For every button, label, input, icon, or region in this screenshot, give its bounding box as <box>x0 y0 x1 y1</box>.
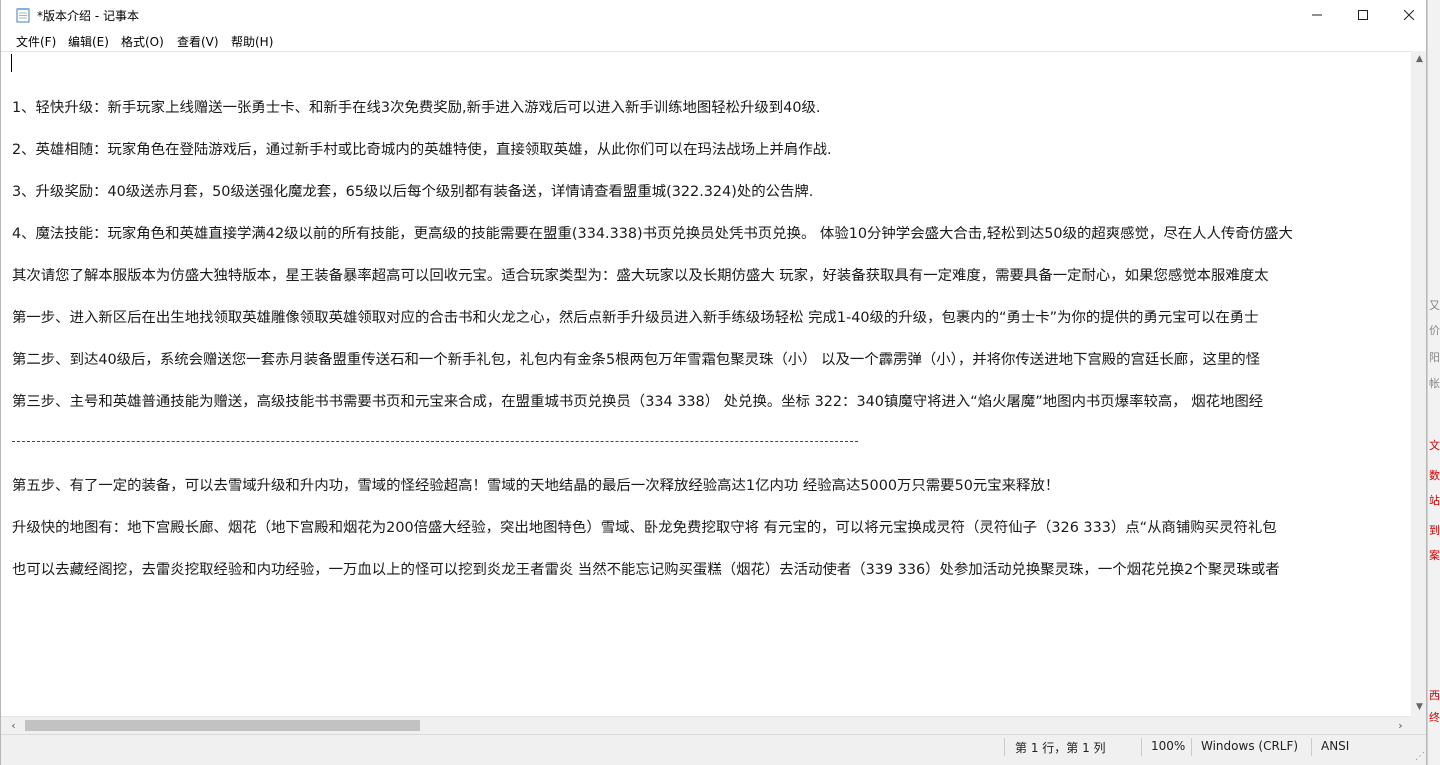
vertical-scrollbar[interactable]: ▲ ▼ <box>1411 51 1426 716</box>
text-line: 2、英雄相随：玩家角色在登陆游戏后，通过新手村或比奇城内的英雄特使，直接领取英雄… <box>12 142 832 158</box>
maximize-button[interactable] <box>1340 0 1386 30</box>
scroll-left-arrow-icon[interactable]: ‹ <box>5 717 22 734</box>
status-separator <box>1311 738 1312 756</box>
window-title: *版本介绍 - 记事本 <box>37 9 139 23</box>
text-caret <box>11 54 12 72</box>
background-glyph: 阳 <box>1429 351 1440 364</box>
scrollbar-corner <box>1411 716 1426 734</box>
close-button[interactable] <box>1386 0 1426 30</box>
background-glyph: 到 <box>1429 524 1440 537</box>
maximize-icon <box>1358 10 1368 20</box>
horizontal-scroll-thumb[interactable] <box>25 720 420 731</box>
status-bar: 第 1 行，第 1 列 100% Windows (CRLF) ANSI ⋰ <box>1 734 1426 765</box>
scroll-right-arrow-icon[interactable]: › <box>1392 717 1409 734</box>
menu-file[interactable]: 文件(F) <box>16 33 56 50</box>
notepad-window: *版本介绍 - 记事本 文件(F) 编辑(E) 格式(O) 查看(V) 帮助(H… <box>0 0 1427 765</box>
background-glyph: 西 <box>1429 689 1440 702</box>
text-line: 第二步、到达40级后，系统会赠送您一套赤月装备盟重传送石和一个新手礼包，礼包内有… <box>12 352 1261 368</box>
background-glyph: 案 <box>1429 549 1440 562</box>
background-glyph: 帐 <box>1429 377 1440 390</box>
notepad-app-icon <box>16 8 30 23</box>
cursor-position: 第 1 行，第 1 列 <box>1015 741 1106 755</box>
zoom-level: 100% <box>1151 739 1186 753</box>
title-bar[interactable]: *版本介绍 - 记事本 <box>1 0 1426 30</box>
horizontal-scrollbar[interactable]: ‹ › <box>1 716 1411 734</box>
background-glyph: 文 <box>1429 439 1440 452</box>
background-glyph: 又 <box>1429 299 1440 312</box>
text-line: 4、魔法技能：玩家角色和英雄直接学满42级以前的所有技能，更高级的技能需要在盟重… <box>12 226 1293 242</box>
dashed-separator-line <box>12 441 858 443</box>
minimize-button[interactable] <box>1294 0 1340 30</box>
background-glyph: 站 <box>1429 494 1440 507</box>
menu-edit[interactable]: 编辑(E) <box>68 33 109 50</box>
status-separator <box>1141 738 1142 756</box>
text-line: 也可以去藏经阁挖，去雷炎挖取经验和内功经验，一万血以上的怪可以挖到炎龙王者雷炎 … <box>12 562 1280 578</box>
close-icon <box>1403 9 1415 21</box>
menu-help[interactable]: 帮助(H) <box>231 33 273 50</box>
text-line: 第一步、进入新区后在出生地找领取英雄雕像领取英雄领取对应的合击书和火龙之心，然后… <box>12 310 1259 326</box>
status-separator <box>1004 738 1005 756</box>
encoding: ANSI <box>1321 739 1350 753</box>
text-line: 3、升级奖励：40级送赤月套，50级送强化魔龙套，65级以后每个级别都有装备送，… <box>12 184 814 200</box>
line-ending: Windows (CRLF) <box>1201 739 1299 753</box>
resize-grip-icon[interactable]: ⋰ <box>1415 751 1425 762</box>
scroll-up-arrow-icon[interactable]: ▲ <box>1411 51 1426 68</box>
background-glyph: 终 <box>1429 711 1440 724</box>
menu-view[interactable]: 查看(V) <box>177 33 219 50</box>
text-line: 第三步、主号和英雄普通技能为赠送，高级技能书书需要书页和元宝来合成，在盟重城书页… <box>12 394 1264 410</box>
text-line: 第五步、有了一定的装备，可以去雪域升级和升内功，雪域的怪经验超高！雪域的天地结晶… <box>12 478 1060 494</box>
background-glyph: 数 <box>1429 469 1440 482</box>
status-separator <box>1191 738 1192 756</box>
text-editor[interactable]: 1、轻快升级：新手玩家上线赠送一张勇士卡、和新手在线3次免费奖励,新手进入游戏后… <box>1 51 1411 717</box>
scroll-down-arrow-icon[interactable]: ▼ <box>1411 699 1426 716</box>
background-window-edge[interactable]: 又 价 阳 帐 文 数 站 到 案 西 终 <box>1427 0 1440 765</box>
minimize-icon <box>1312 14 1322 16</box>
text-line: 升级快的地图有：地下宫殿长廊、烟花（地下宫殿和烟花为200倍盛大经验，突出地图特… <box>12 520 1277 536</box>
text-line: 1、轻快升级：新手玩家上线赠送一张勇士卡、和新手在线3次免费奖励,新手进入游戏后… <box>12 100 821 116</box>
menu-format[interactable]: 格式(O) <box>121 33 164 50</box>
menu-bar: 文件(F) 编辑(E) 格式(O) 查看(V) 帮助(H) <box>1 30 1426 50</box>
text-line: 其次请您了解本服版本为仿盛大独特版本，星王装备暴率超高可以回收元宝。适合玩家类型… <box>12 268 1269 284</box>
background-glyph: 价 <box>1429 324 1440 337</box>
